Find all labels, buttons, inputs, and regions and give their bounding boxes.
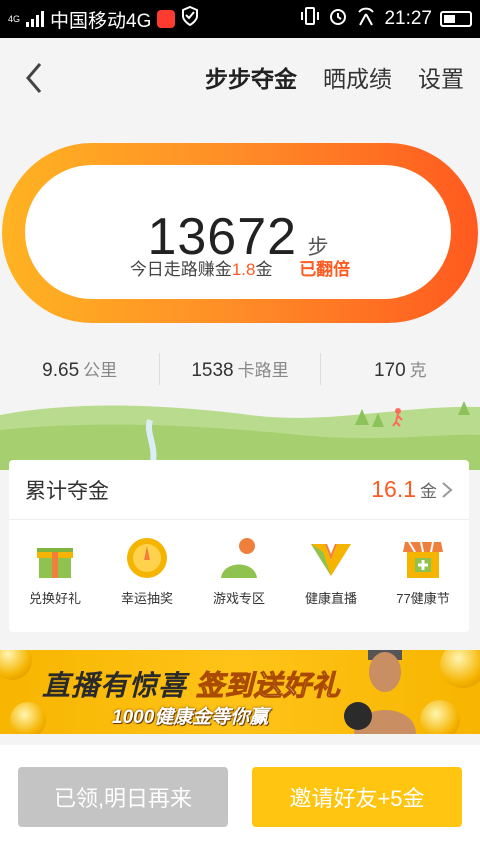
bottom-action-bar: 已领,明日再来 邀请好友+5金 — [0, 745, 480, 854]
accumulated-value: 16.1 — [371, 476, 416, 502]
feature-health-festival[interactable]: 77健康节 — [380, 536, 466, 607]
live-v-icon — [311, 544, 351, 576]
tab-step-gold[interactable]: 步步夺金 — [205, 60, 297, 94]
earn-summary: 今日走路赚金1.8金 已翻倍 — [0, 255, 480, 280]
shield-icon — [181, 5, 199, 32]
promo-banner[interactable]: 直播有惊喜 签到送好礼 1000健康金等你赢 — [0, 650, 480, 734]
gift-icon — [37, 548, 73, 578]
status-bar: 4G 中国移动4G 21:27 — [0, 0, 480, 38]
signal-icon — [26, 11, 45, 27]
stat-fat: 170 克 — [373, 360, 427, 381]
banner-headline: 直播有惊喜 签到送好礼 — [42, 670, 341, 702]
time-label: 21:27 — [384, 8, 432, 29]
wifi-tower-icon — [356, 6, 376, 32]
notification-app-icon — [157, 10, 176, 28]
claimed-button[interactable]: 已领,明日再来 — [18, 767, 228, 827]
accumulated-gold-row[interactable]: 累计夺金 16.1 金 — [9, 460, 469, 520]
back-icon[interactable] — [22, 60, 46, 96]
carrier-label: 中国移动4G — [50, 10, 152, 32]
tab-settings[interactable]: 设置 — [418, 60, 464, 94]
coin-decoration — [0, 650, 32, 680]
battery-icon — [440, 11, 472, 27]
earn-unit: 金 — [255, 260, 273, 279]
game-icon — [221, 538, 257, 578]
stat-calories: 1538 卡路里 — [191, 360, 289, 381]
accumulated-title: 累计夺金 — [25, 479, 109, 503]
accumulated-unit: 金 — [420, 482, 437, 501]
doubled-badge: 已翻倍 — [299, 260, 351, 279]
earn-prefix: 今日走路赚金 — [129, 260, 232, 279]
app-header: 步步夺金 晒成绩 设置 — [0, 38, 480, 116]
step-ring: 13672 步 今日走路赚金1.8金 已翻倍 — [0, 143, 480, 326]
tab-share-results[interactable]: 晒成绩 — [323, 60, 392, 94]
banner-subline: 1000健康金等你赢 — [112, 707, 269, 728]
hill-landscape-illustration — [0, 401, 480, 470]
boxer-illustration — [344, 650, 416, 734]
coin-decoration — [10, 702, 46, 734]
stats-row: 9.65 公里 1538 卡路里 170 克 — [0, 350, 480, 388]
lottery-dial-icon — [127, 538, 167, 578]
feature-health-live[interactable]: 健康直播 — [288, 536, 374, 607]
feature-gift-exchange[interactable]: 兑换好礼 — [12, 536, 98, 607]
earn-value: 1.8 — [231, 260, 256, 279]
accumulated-gold-card: 累计夺金 16.1 金 兑换好礼 幸运抽奖 游戏专区 健康直播 77健康节 — [9, 460, 469, 632]
vibrate-icon — [300, 6, 320, 32]
chevron-right-icon — [442, 481, 453, 498]
stat-distance: 9.65 公里 — [42, 360, 118, 381]
alarm-icon — [328, 6, 348, 32]
shop-icon — [403, 541, 443, 578]
network-badge: 4G — [8, 14, 21, 24]
feature-lucky-draw[interactable]: 幸运抽奖 — [104, 536, 190, 607]
feature-game-zone[interactable]: 游戏专区 — [196, 536, 282, 607]
invite-friends-button[interactable]: 邀请好友+5金 — [252, 767, 462, 827]
coin-decoration — [440, 650, 480, 688]
